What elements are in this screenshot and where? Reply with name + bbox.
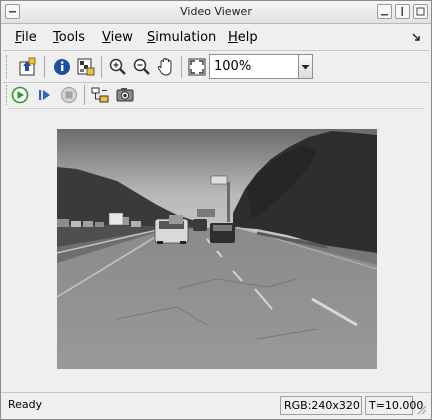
zoom-out-icon	[133, 58, 150, 75]
zoom-value: 100%	[214, 59, 252, 74]
zoom-in-icon	[109, 58, 126, 75]
resize-grip-icon[interactable]	[415, 403, 427, 415]
video-frame-image	[57, 129, 377, 369]
simulation-toolbar	[3, 82, 429, 106]
maximize-button[interactable]	[395, 4, 410, 19]
image-info-cell: RGB:240x320	[280, 396, 362, 415]
menu-tools[interactable]: Tools	[53, 30, 85, 45]
minimize-button[interactable]	[377, 4, 392, 19]
window-title: Video Viewer	[180, 5, 252, 18]
toolbar-separator	[101, 56, 102, 78]
zoom-out-button[interactable]	[131, 56, 153, 78]
main-toolbar: 100%	[3, 50, 429, 82]
toolbar-separator	[181, 56, 182, 78]
zoom-select[interactable]: 100%	[209, 54, 313, 79]
menu-bar: File Tools View Simulation Help	[1, 27, 431, 49]
title-bar: Video Viewer	[1, 1, 431, 24]
menu-view[interactable]: View	[102, 30, 133, 45]
info-icon	[54, 59, 70, 75]
dock-arrow-icon[interactable]	[411, 32, 421, 42]
highlight-block-icon	[91, 87, 109, 103]
play-icon	[11, 86, 29, 104]
play-button[interactable]	[9, 84, 31, 106]
zoom-dropdown-button[interactable]	[298, 55, 312, 78]
menu-simulation[interactable]: Simulation	[147, 30, 216, 45]
snapshot-icon	[116, 88, 134, 102]
step-forward-button[interactable]	[34, 84, 56, 106]
info-button[interactable]	[51, 56, 73, 78]
pan-button[interactable]	[155, 56, 177, 78]
stop-button[interactable]	[58, 84, 80, 106]
video-viewer-window: Video Viewer File Tools View Simulation …	[0, 0, 432, 420]
close-button[interactable]	[413, 4, 428, 19]
chevron-down-icon	[301, 65, 310, 70]
video-frame[interactable]	[57, 129, 377, 369]
pixel-region-button[interactable]	[75, 56, 97, 78]
status-text: Ready	[8, 398, 43, 411]
toolbar-separator	[84, 85, 85, 105]
maximize-icon	[401, 7, 403, 16]
pixel-region-icon	[77, 58, 95, 76]
parameters-icon	[19, 57, 36, 76]
toolbar-grip[interactable]	[6, 55, 9, 79]
fit-to-view-button[interactable]	[186, 56, 208, 78]
stop-icon	[60, 86, 78, 104]
toolbar-separator	[44, 56, 45, 78]
status-bar: Ready RGB:240x320 T=10.000	[1, 392, 431, 419]
time-cell: T=10.000	[365, 396, 423, 415]
menu-help[interactable]: Help	[228, 30, 258, 45]
zoom-in-button[interactable]	[107, 56, 129, 78]
fit-to-view-icon	[188, 58, 206, 76]
minimize-icon	[381, 14, 388, 16]
pan-hand-icon	[157, 57, 172, 76]
step-forward-icon	[39, 90, 50, 100]
snapshot-button[interactable]	[114, 84, 136, 106]
parameters-button[interactable]	[17, 56, 39, 78]
menu-file[interactable]: File	[15, 30, 37, 45]
close-icon	[416, 7, 425, 16]
highlight-block-button[interactable]	[89, 84, 111, 106]
